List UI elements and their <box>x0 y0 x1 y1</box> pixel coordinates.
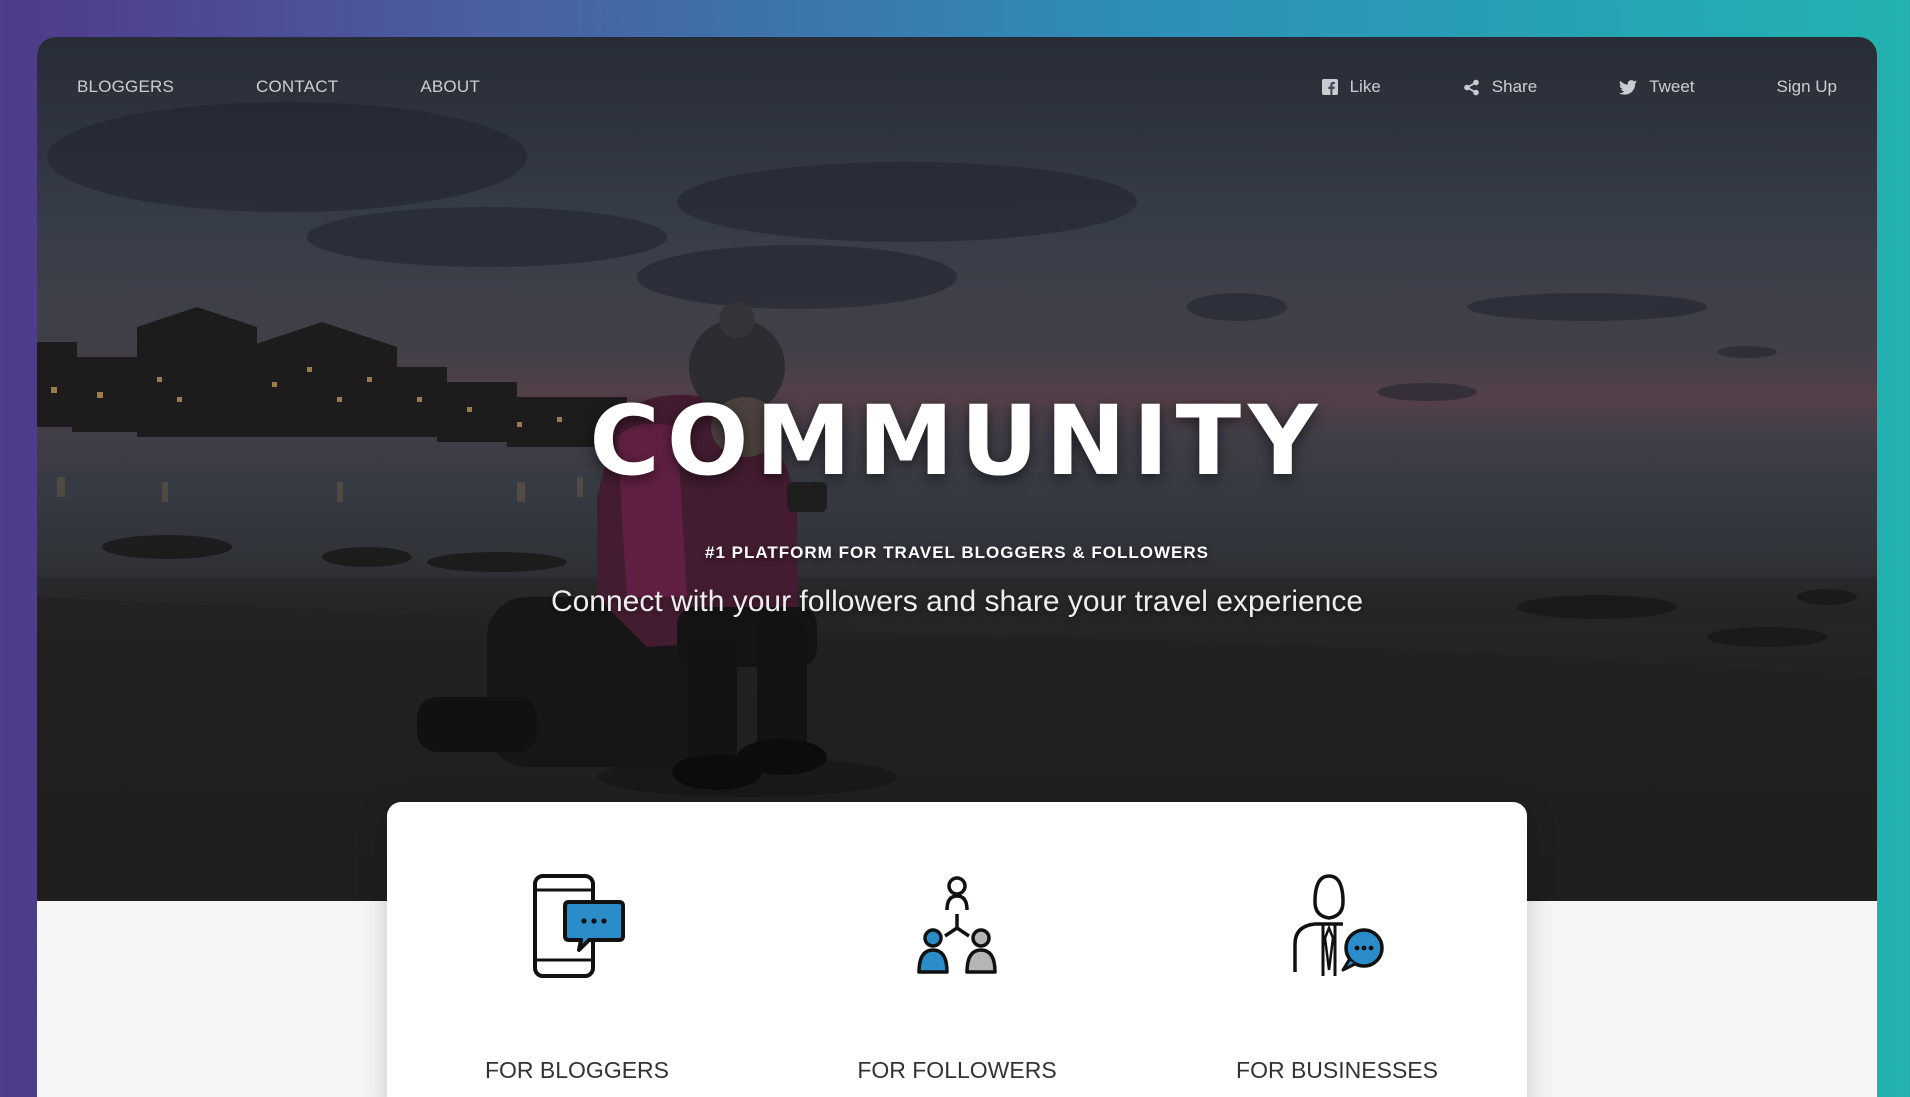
like-button[interactable]: Like <box>1321 67 1381 107</box>
top-navbar: BLOGGERS CONTACT ABOUT Like Share Tweet … <box>37 67 1877 107</box>
share-button[interactable]: Share <box>1463 67 1537 107</box>
nav-link-contact[interactable]: CONTACT <box>256 67 338 107</box>
hero-tagline: #1 PLATFORM FOR TRAVEL BLOGGERS & FOLLOW… <box>705 543 1209 562</box>
signup-link[interactable]: Sign Up <box>1777 67 1837 107</box>
twitter-icon <box>1619 79 1638 95</box>
feature-label-businesses: FOR BUSINESSES <box>1236 1057 1438 1083</box>
feature-label-followers: FOR FOLLOWERS <box>857 1057 1057 1083</box>
nav-actions: Like Share Tweet Sign Up <box>1321 67 1837 107</box>
phone-chat-icon <box>533 874 625 978</box>
feature-label-bloggers: FOR BLOGGERS <box>484 1057 670 1083</box>
nav-links: BLOGGERS CONTACT ABOUT <box>77 67 562 107</box>
tweet-button[interactable]: Tweet <box>1619 67 1695 107</box>
nav-link-bloggers[interactable]: BLOGGERS <box>77 67 174 107</box>
businessman-chat-icon <box>1293 874 1384 976</box>
hero-title: COMMUNITY <box>589 385 1325 497</box>
page-frame: BLOGGERS CONTACT ABOUT Like Share Tweet … <box>37 37 1877 1097</box>
hero-subtitle: Connect with your followers and share yo… <box>550 585 1364 618</box>
nav-link-about[interactable]: ABOUT <box>420 67 480 107</box>
like-label: Like <box>1349 77 1381 96</box>
hero-section: BLOGGERS CONTACT ABOUT Like Share Tweet … <box>37 37 1877 901</box>
tweet-label: Tweet <box>1649 77 1695 96</box>
share-label: Share <box>1491 77 1538 96</box>
share-icon <box>1463 79 1479 95</box>
features-card: FOR BLOGGERS FOR FOLLOWERS FOR BUSINESSE… <box>387 802 1527 1097</box>
facebook-icon <box>1321 79 1338 95</box>
network-people-icon <box>917 876 997 974</box>
